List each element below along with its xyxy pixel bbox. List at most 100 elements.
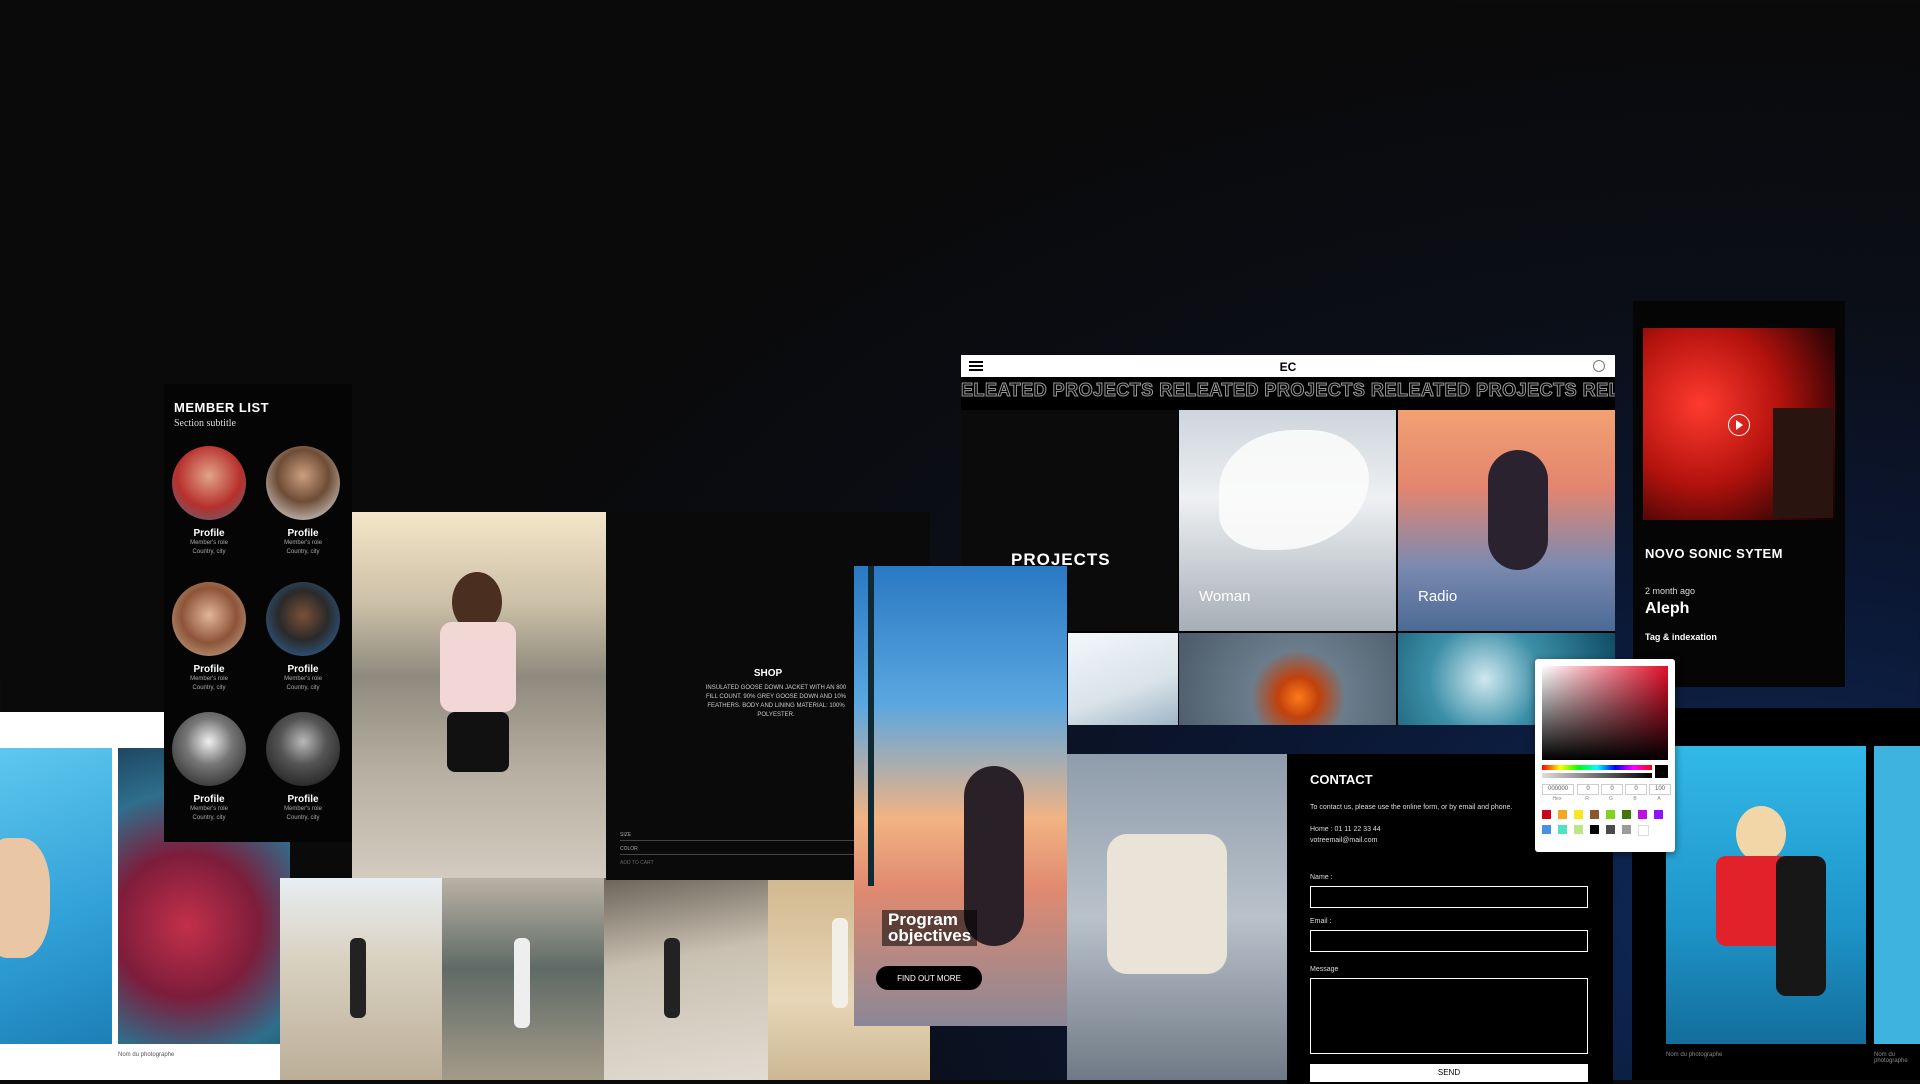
avatar bbox=[266, 582, 340, 656]
member-role: Member's role bbox=[190, 806, 228, 812]
r-input[interactable]: 0 bbox=[1577, 784, 1599, 795]
color-swatch[interactable] bbox=[1558, 810, 1567, 819]
member-name: Profile bbox=[287, 528, 319, 539]
project-tile-radio[interactable]: Radio bbox=[1398, 410, 1615, 631]
novo-artist-name: Aleph bbox=[1645, 600, 1690, 617]
member-name: Profile bbox=[287, 794, 319, 805]
message-label: Message bbox=[1310, 966, 1339, 973]
color-swatch[interactable] bbox=[1638, 810, 1647, 819]
novo-tag[interactable]: Tag & indexation bbox=[1645, 632, 1717, 642]
fire-figure-photo bbox=[1179, 633, 1396, 725]
right-gallery-panel: Nom du photographe Nom du photographe bbox=[1632, 708, 1920, 1080]
name-label: Name : bbox=[1310, 874, 1333, 881]
color-swatch[interactable] bbox=[1574, 825, 1583, 834]
photographer-caption: Nom du photographe bbox=[118, 1052, 175, 1058]
color-swatch[interactable] bbox=[1622, 810, 1631, 819]
email-field[interactable] bbox=[1310, 930, 1588, 952]
color-swatch[interactable] bbox=[1638, 825, 1649, 836]
avatar bbox=[172, 446, 246, 520]
profile-icon[interactable] bbox=[1593, 360, 1605, 372]
red-portrait-photo bbox=[1643, 328, 1835, 520]
street-lamp-graphic bbox=[868, 566, 874, 886]
member-place: Country, city bbox=[192, 549, 226, 555]
color-swatch[interactable] bbox=[1558, 825, 1567, 834]
member-card[interactable]: Profile Member's role Country, city bbox=[258, 582, 348, 693]
a-input[interactable]: 100 bbox=[1649, 784, 1671, 795]
b-input[interactable]: 0 bbox=[1625, 784, 1647, 795]
street-photo-1 bbox=[280, 878, 442, 1080]
program-title: Program objectives bbox=[882, 910, 978, 946]
contact-title: CONTACT bbox=[1310, 772, 1373, 787]
member-card[interactable]: Profile Member's role Country, city bbox=[164, 446, 254, 557]
color-swatch[interactable] bbox=[1606, 825, 1615, 834]
message-field[interactable] bbox=[1310, 978, 1588, 1054]
color-swatch[interactable] bbox=[1654, 810, 1663, 819]
r-label: R bbox=[1585, 796, 1589, 802]
photographer-caption: Nom du photographe bbox=[1666, 1052, 1723, 1058]
hex-input[interactable]: 000000 bbox=[1542, 784, 1574, 795]
walking-woman-photo bbox=[1067, 754, 1287, 1080]
contact-email: votreemail@mail.com bbox=[1310, 837, 1378, 844]
color-saturation-area[interactable] bbox=[1542, 666, 1668, 760]
shop-description: INSULATED GOOSE DOWN JACKET WITH AN 800 … bbox=[705, 685, 847, 718]
street-photo-3 bbox=[604, 878, 768, 1080]
name-field[interactable] bbox=[1310, 886, 1588, 908]
member-name: Profile bbox=[193, 664, 225, 675]
color-swatch[interactable] bbox=[1622, 825, 1631, 834]
find-out-more-button[interactable]: FIND OUT MORE bbox=[876, 966, 982, 990]
member-name: Profile bbox=[287, 664, 319, 675]
color-swatch[interactable] bbox=[1542, 810, 1551, 819]
member-role: Member's role bbox=[284, 540, 322, 546]
send-button[interactable]: SEND bbox=[1310, 1064, 1588, 1082]
member-list-title: MEMBER LIST bbox=[174, 400, 270, 415]
program-title-line: objectives bbox=[888, 926, 972, 945]
member-role: Member's role bbox=[284, 806, 322, 812]
a-label: A bbox=[1657, 796, 1661, 802]
related-projects-marquee: ELEATED PROJECTS RELEATED PROJECTS RELEA… bbox=[961, 381, 1615, 399]
member-place: Country, city bbox=[286, 549, 320, 555]
color-picker[interactable]: 000000 0 0 0 100 Hex R G B A bbox=[1535, 659, 1675, 852]
photographer-caption: Nom du photographe bbox=[1874, 1052, 1908, 1064]
window-title: EC bbox=[1279, 360, 1297, 374]
tile-label: Radio bbox=[1418, 588, 1458, 605]
color-swatch[interactable] bbox=[1606, 810, 1615, 819]
tile-label: Woman bbox=[1199, 588, 1251, 605]
red-tshirt-woman-photo bbox=[1666, 746, 1866, 1044]
member-card[interactable]: Profile Member's role Country, city bbox=[258, 712, 348, 823]
contact-phone: Home : 01 11 22 33 44 bbox=[1310, 826, 1381, 833]
member-place: Country, city bbox=[286, 815, 320, 821]
program-card: Program objectives FIND OUT MORE bbox=[854, 566, 1067, 1026]
email-label: Email : bbox=[1310, 918, 1332, 925]
g-label: G bbox=[1609, 796, 1613, 802]
color-swatch[interactable] bbox=[1590, 825, 1599, 834]
hex-label: Hex bbox=[1552, 796, 1562, 802]
avatar bbox=[172, 712, 246, 786]
member-role: Member's role bbox=[284, 676, 322, 682]
alpha-slider[interactable] bbox=[1542, 773, 1652, 778]
avatar bbox=[172, 582, 246, 656]
color-swatch[interactable] bbox=[1590, 810, 1599, 819]
project-tile-woman[interactable]: Woman bbox=[1179, 410, 1396, 631]
member-card[interactable]: Profile Member's role Country, city bbox=[258, 446, 348, 557]
member-card[interactable]: Profile Member's role Country, city bbox=[164, 712, 254, 823]
member-list-subtitle: Section subtitle bbox=[174, 418, 236, 429]
avatar bbox=[266, 712, 340, 786]
play-icon[interactable] bbox=[1728, 414, 1750, 436]
novo-sonic-panel: NOVO SONIC SYTEM 2 month ago Aleph Tag &… bbox=[1633, 301, 1845, 687]
hue-slider[interactable] bbox=[1542, 765, 1652, 770]
current-color-swatch bbox=[1655, 765, 1668, 778]
member-card[interactable]: Profile Member's role Country, city bbox=[164, 582, 254, 693]
member-place: Country, city bbox=[192, 685, 226, 691]
member-role: Member's role bbox=[190, 540, 228, 546]
g-input[interactable]: 0 bbox=[1601, 784, 1623, 795]
color-swatch[interactable] bbox=[1542, 825, 1551, 834]
member-place: Country, city bbox=[286, 685, 320, 691]
member-role: Member's role bbox=[190, 676, 228, 682]
member-name: Profile bbox=[193, 794, 225, 805]
member-name: Profile bbox=[193, 528, 225, 539]
color-swatch[interactable] bbox=[1574, 810, 1583, 819]
architecture-photo bbox=[1068, 633, 1178, 725]
member-place: Country, city bbox=[192, 815, 226, 821]
blue-edge-photo bbox=[1874, 746, 1920, 1044]
b-label: B bbox=[1633, 796, 1637, 802]
